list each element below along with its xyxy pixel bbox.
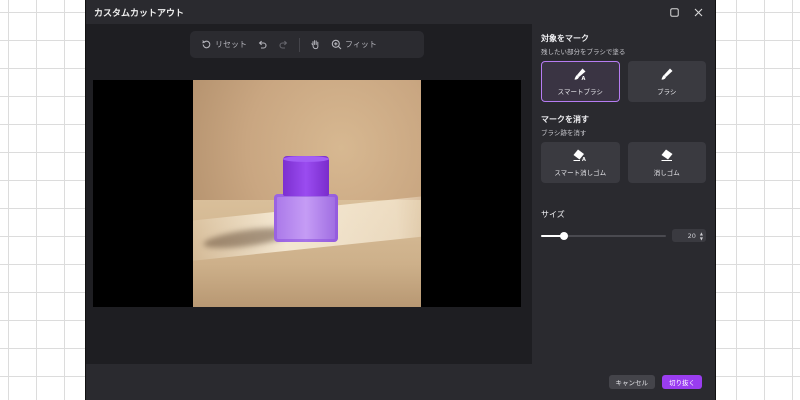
erase-section-subtitle: ブラシ跡を消す	[541, 129, 587, 137]
eraser-icon	[661, 149, 673, 161]
size-control: 20 ▲ ▼	[541, 229, 706, 242]
smart-eraser-label: スマート消しゴム	[554, 169, 607, 177]
undo-button[interactable]	[254, 37, 271, 52]
eraser-button[interactable]: 消しゴム	[627, 142, 706, 183]
size-slider-thumb[interactable]	[559, 231, 568, 240]
mark-section-title: 対象をマーク	[541, 34, 589, 43]
cutout-button[interactable]: 切り抜く	[662, 375, 702, 389]
custom-cutout-dialog: カスタムカットアウト リセット フィット 対象をマーク 残したい部分をブラシで塗…	[86, 0, 715, 400]
close-button[interactable]	[689, 3, 707, 21]
brush-icon	[661, 68, 673, 80]
pan-button[interactable]	[307, 37, 324, 52]
smart-brush-icon: A	[574, 68, 586, 81]
reset-label: リセット	[215, 40, 247, 49]
cancel-button[interactable]: キャンセル	[608, 375, 655, 389]
perfume-bottle-cap	[283, 156, 329, 196]
close-icon	[694, 8, 702, 16]
smart-brush-button[interactable]: A スマートブラシ	[541, 61, 620, 102]
size-value-field[interactable]: 20 ▲ ▼	[672, 229, 706, 242]
hand-icon	[311, 40, 319, 50]
canvas-area: リセット フィット	[86, 24, 532, 364]
fit-label: フィット	[345, 40, 377, 49]
erase-section-title: マークを消す	[541, 115, 589, 124]
canvas-toolbar: リセット フィット	[190, 31, 424, 58]
chevron-down-icon[interactable]: ▼	[700, 236, 703, 241]
redo-button[interactable]	[275, 37, 292, 52]
eraser-label: 消しゴム	[653, 169, 680, 177]
smart-brush-label: スマートブラシ	[557, 88, 603, 96]
maximize-icon	[669, 7, 679, 17]
title-bar: カスタムカットアウト	[86, 0, 715, 24]
smart-eraser-icon: A	[573, 149, 586, 162]
brush-button[interactable]: ブラシ	[627, 61, 706, 102]
size-value: 20	[687, 231, 696, 240]
maximize-button[interactable]	[665, 3, 683, 21]
redo-icon	[279, 40, 288, 49]
reset-icon	[202, 40, 211, 49]
perfume-bottle-body	[274, 194, 338, 242]
product-photo[interactable]	[193, 80, 421, 307]
toolbar-divider	[299, 37, 300, 52]
size-stepper[interactable]: ▲ ▼	[700, 231, 703, 241]
smart-eraser-button[interactable]: A スマート消しゴム	[541, 142, 620, 183]
fit-button[interactable]: フィット	[328, 37, 380, 52]
mark-section-subtitle: 残したい部分をブラシで塗る	[541, 48, 626, 56]
brush-label: ブラシ	[657, 88, 677, 96]
size-slider[interactable]	[541, 231, 666, 241]
image-viewport[interactable]	[93, 80, 521, 307]
dialog-footer: キャンセル 切り抜く	[86, 364, 715, 400]
svg-text:A: A	[582, 157, 586, 162]
side-panel: 対象をマーク 残したい部分をブラシで塗る A スマートブラシ ブラシ マークを消…	[532, 24, 715, 364]
svg-text:A: A	[582, 76, 586, 81]
zoom-in-icon	[331, 39, 342, 50]
erase-tools: A スマート消しゴム 消しゴム	[541, 142, 706, 183]
undo-icon	[258, 40, 267, 49]
size-label: サイズ	[541, 210, 565, 219]
reset-button[interactable]: リセット	[198, 37, 250, 52]
dialog-title: カスタムカットアウト	[94, 8, 185, 19]
mark-tools: A スマートブラシ ブラシ	[541, 61, 706, 102]
